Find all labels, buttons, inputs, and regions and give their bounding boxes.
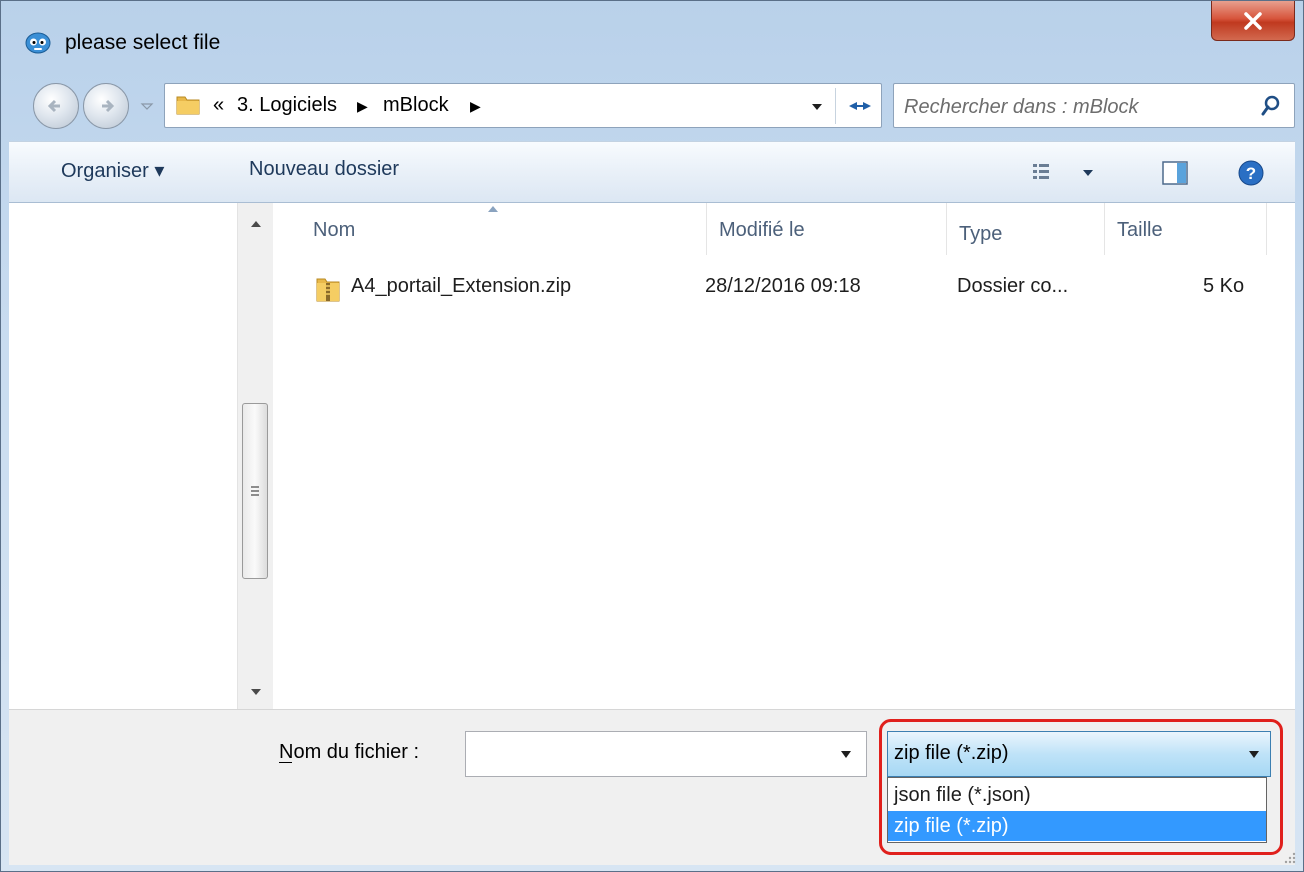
scroll-grip-icon: [251, 486, 259, 496]
address-bar[interactable]: « 3. Logiciels ▶ mBlock ▶: [164, 83, 882, 128]
search-box[interactable]: [893, 83, 1295, 128]
title-bar: please select file: [1, 1, 1303, 77]
close-button[interactable]: [1211, 1, 1295, 41]
search-input[interactable]: [902, 90, 1246, 124]
navigation-scrollbar[interactable]: [237, 203, 273, 709]
search-icon[interactable]: [1260, 94, 1282, 118]
filename-label: Nom du fichier :: [279, 741, 420, 764]
column-header-type[interactable]: Type: [947, 203, 1105, 255]
back-arrow-icon: [47, 99, 60, 113]
filename-label-text: Nom du fichier :: [279, 741, 420, 763]
breadcrumb-separator-icon[interactable]: ▶: [470, 98, 481, 115]
navigation-pane[interactable]: [9, 203, 237, 709]
file-name: A4_portail_Extension.zip: [351, 275, 572, 297]
sort-ascending-icon: [488, 206, 498, 212]
file-type-option-zip[interactable]: zip file (*.zip): [888, 811, 1266, 841]
scroll-up-icon[interactable]: [248, 217, 264, 231]
svg-text:?: ?: [1246, 164, 1256, 183]
file-type-select[interactable]: zip file (*.zip): [887, 731, 1271, 777]
file-modified: 28/12/2016 09:18: [705, 275, 861, 297]
mblock-app-icon: [25, 32, 51, 54]
command-toolbar: Organiser ▾ Nouveau dossier ?: [9, 141, 1295, 203]
file-type: Dossier co...: [957, 275, 1069, 297]
breadcrumb-logiciels[interactable]: 3. Logiciels: [237, 94, 337, 117]
breadcrumb-overflow[interactable]: «: [213, 94, 224, 117]
file-type-option-json[interactable]: json file (*.json): [888, 780, 1266, 810]
breadcrumb-mblock[interactable]: mBlock: [383, 94, 449, 117]
file-list-pane[interactable]: Nom Modifié le Type Taille A4_portail_Ex…: [273, 203, 1295, 709]
help-icon[interactable]: ?: [1237, 160, 1265, 188]
filename-dropdown-icon[interactable]: [838, 748, 854, 760]
new-folder-button[interactable]: Nouveau dossier: [249, 158, 399, 181]
refresh-icon[interactable]: [843, 92, 877, 120]
column-header-modified-label: Modifié le: [719, 219, 805, 241]
filename-combobox[interactable]: [465, 731, 867, 777]
organize-button[interactable]: Organiser ▾: [61, 158, 164, 183]
scroll-down-icon[interactable]: [248, 685, 264, 699]
preview-pane-icon[interactable]: [1161, 160, 1191, 186]
address-dropdown-icon[interactable]: [805, 92, 829, 120]
address-divider: [835, 88, 836, 124]
file-type-selected-value: zip file (*.zip): [894, 742, 1009, 764]
column-header-size-label: Taille: [1117, 219, 1163, 241]
column-header-name[interactable]: Nom: [273, 203, 707, 255]
column-header-type-label: Type: [959, 223, 1003, 245]
file-row[interactable]: A4_portail_Extension.zip 28/12/2016 09:1…: [303, 269, 1293, 309]
recent-locations-dropdown-icon[interactable]: [140, 97, 154, 115]
zip-folder-icon: [316, 278, 340, 302]
column-header-modified[interactable]: Modifié le: [707, 203, 947, 255]
breadcrumb-separator-icon[interactable]: ▶: [357, 98, 368, 115]
close-icon: [1244, 11, 1262, 30]
column-header-name-label: Nom: [313, 219, 356, 241]
file-type-options-list: json file (*.json) zip file (*.zip): [887, 777, 1267, 843]
folder-icon: [176, 96, 200, 115]
window-title: please select file: [65, 31, 221, 54]
file-size: 5 Ko: [1203, 275, 1245, 297]
view-options-icon[interactable]: [1031, 160, 1101, 186]
filename-input[interactable]: [472, 740, 826, 770]
resize-grip-icon[interactable]: [1283, 851, 1297, 865]
back-button[interactable]: [33, 83, 79, 129]
scroll-thumb[interactable]: [242, 403, 268, 579]
forward-button[interactable]: [83, 83, 129, 129]
forward-arrow-icon: [102, 99, 115, 113]
column-header-size[interactable]: Taille: [1105, 203, 1267, 255]
file-type-dropdown-icon[interactable]: [1246, 748, 1262, 760]
file-dialog-window: please select file « 3. Logiciels ▶ mBlo…: [0, 0, 1304, 872]
